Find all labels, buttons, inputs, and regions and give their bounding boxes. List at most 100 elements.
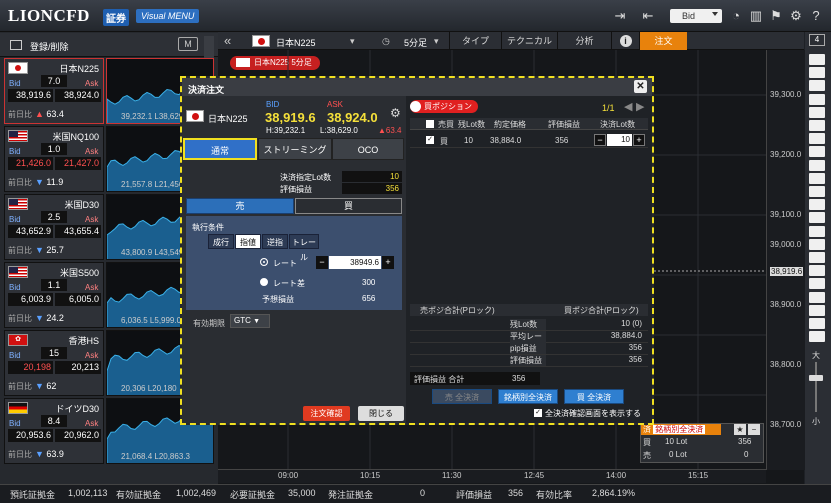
rate-input[interactable]: 38949.6 <box>329 256 381 269</box>
trash-icon[interactable] <box>809 212 825 224</box>
rate-radio[interactable] <box>260 258 268 266</box>
rate-card[interactable]: 米国S500 Bid 1.1 Ask 6,003.9 6,005.0 前日比 ▼… <box>4 262 104 328</box>
bid-price[interactable]: 21,426.0 <box>8 157 53 170</box>
rate-card[interactable]: ドイツD30 Bid 8.4 Ask 20,953.6 20,962.0 前日比… <box>4 398 104 464</box>
magnet-icon[interactable] <box>809 278 825 290</box>
bid-price[interactable]: 38,919.6 <box>8 89 53 102</box>
double-chevron-left-icon[interactable]: « <box>224 33 231 48</box>
ask-price[interactable]: 43,655.4 <box>55 225 101 238</box>
tab-type[interactable]: タイプ <box>449 32 501 50</box>
vline-icon[interactable] <box>809 106 825 118</box>
channel-icon[interactable] <box>809 133 825 145</box>
close-icon[interactable]: ✕ <box>634 80 647 93</box>
star-icon[interactable]: ★ <box>734 424 746 435</box>
logout-icon[interactable]: ⇤ <box>640 8 656 24</box>
zoom-slider-handle[interactable] <box>809 375 823 381</box>
close-lots-increment[interactable]: + <box>633 134 645 146</box>
bar-chart-icon[interactable]: ▥ <box>748 8 764 24</box>
tab-technical[interactable]: テクニカル <box>501 32 557 50</box>
select-all-checkbox[interactable] <box>426 120 434 128</box>
sell-close-all-button[interactable]: 売 全決済 <box>432 389 492 404</box>
register-delete-button[interactable]: 登録/削除 <box>30 40 69 53</box>
pencil-icon[interactable] <box>809 186 825 197</box>
change-number: 63.9 <box>46 449 64 459</box>
ask-price[interactable]: 20,213 <box>55 361 101 374</box>
rate-card[interactable]: 日本N225 Bid 7.0 Ask 38,919.6 38,924.0 前日比… <box>4 58 104 124</box>
rate-decrement-button[interactable]: − <box>316 256 328 269</box>
sell-toggle[interactable]: 売 <box>186 198 294 214</box>
ask-price[interactable]: 21,427.0 <box>55 157 101 170</box>
fib-icon[interactable] <box>809 146 825 158</box>
prev-page-icon[interactable]: ◀ <box>624 100 632 113</box>
tab-order[interactable]: 注文 <box>639 32 687 50</box>
info-icon[interactable]: i <box>611 32 639 50</box>
chevron-down-icon[interactable]: ▾ <box>434 36 439 47</box>
help-icon[interactable]: ? <box>808 8 824 24</box>
show-confirm-checkbox[interactable]: ✓ <box>534 409 542 417</box>
close-dialog-button[interactable]: 閉じる <box>358 406 404 421</box>
ask-price[interactable]: 6,005.0 <box>55 293 101 306</box>
flag-icon[interactable]: ⚑ <box>768 8 784 24</box>
crosshair-icon[interactable] <box>809 67 825 79</box>
chevron-down-icon[interactable]: ▾ <box>350 36 355 47</box>
eye-icon[interactable] <box>809 238 825 250</box>
rate-card[interactable]: 米国D30 Bid 2.5 Ask 43,652.9 43,655.4 前日比 … <box>4 194 104 260</box>
ellipse-icon[interactable] <box>809 172 825 184</box>
confirm-order-button[interactable]: 注文確認 <box>303 406 350 421</box>
row-checkbox[interactable]: ✓ <box>426 136 434 144</box>
tag-icon[interactable] <box>809 304 825 316</box>
buy-close-all-button[interactable]: 買 全決済 <box>564 389 624 404</box>
bid-price[interactable]: 20,953.6 <box>8 429 53 442</box>
login-icon[interactable]: ⇥ <box>612 8 628 24</box>
line-icon[interactable] <box>809 80 825 92</box>
ask-price[interactable]: 38,924.0 <box>327 110 378 125</box>
cursor-icon[interactable] <box>809 54 825 65</box>
ask-price[interactable]: 20,962.0 <box>55 429 101 442</box>
timeframe-select[interactable]: 5分足 <box>404 36 427 49</box>
lock-icon[interactable] <box>809 225 825 237</box>
tab-streaming[interactable]: ストリーミング <box>258 138 332 160</box>
text-icon[interactable] <box>809 199 825 211</box>
rate-increment-button[interactable]: + <box>382 256 394 269</box>
minimize-icon[interactable]: − <box>748 424 760 435</box>
tab-normal[interactable]: 通常 <box>183 138 257 160</box>
symbol-close-all-button[interactable]: 銘柄別全決済 <box>498 389 558 404</box>
ray-icon[interactable] <box>809 120 825 131</box>
layers-icon[interactable] <box>809 252 825 263</box>
chart-symbol-select[interactable]: 日本N225 <box>276 36 316 49</box>
tab-oco[interactable]: OCO <box>332 138 404 160</box>
buy-toggle[interactable]: 買 <box>295 198 402 214</box>
spread: 15 <box>41 347 67 359</box>
rate-card[interactable]: ✿ 香港HS Bid 15 Ask 20,198 20,213 前日比 ▼ 62 <box>4 330 104 396</box>
close-lots-decrement[interactable]: − <box>594 134 606 146</box>
chart-count[interactable]: 4 <box>809 34 825 46</box>
gear-icon[interactable]: ⚙ <box>390 106 401 120</box>
exec-stop-button[interactable]: 逆指 <box>262 234 288 249</box>
close-lots-input[interactable]: 10 <box>607 134 632 146</box>
bid-price[interactable]: 20,198 <box>8 361 53 374</box>
bid-price[interactable]: 43,652.9 <box>8 225 53 238</box>
exec-trail-button[interactable]: トレール <box>289 234 319 262</box>
ask-price[interactable]: 38,924.0 <box>55 89 101 102</box>
tab-analysis[interactable]: 分析 <box>557 32 611 50</box>
rate-diff-radio[interactable] <box>260 278 268 286</box>
color-icon[interactable] <box>809 265 825 277</box>
gear-icon[interactable]: ⚙ <box>788 8 804 24</box>
exec-limit-button[interactable]: 指値 <box>235 234 261 249</box>
hline-icon[interactable] <box>809 93 825 105</box>
next-page-icon[interactable]: ▶ <box>636 100 644 113</box>
rect-icon[interactable] <box>809 159 825 171</box>
bid-price[interactable]: 6,003.9 <box>8 293 53 306</box>
symbol-all-close-button[interactable]: 銘柄別全決済 <box>653 425 706 434</box>
exec-market-button[interactable]: 成行 <box>208 234 234 249</box>
mode-toggle-icon[interactable]: M <box>178 37 198 51</box>
pie-chart-icon[interactable]: ◔ <box>728 8 744 24</box>
grid-icon[interactable] <box>809 331 825 343</box>
rate-card[interactable]: 米国NQ100 Bid 1.0 Ask 21,426.0 21,427.0 前日… <box>4 126 104 192</box>
zoom-slider-track[interactable] <box>815 362 817 412</box>
bid-price[interactable]: 38,919.6 <box>265 110 316 125</box>
visual-menu-button[interactable]: Visual MENU <box>136 9 200 23</box>
expiry-select[interactable]: GTC ▼ <box>230 314 270 328</box>
ruler-icon[interactable] <box>809 291 825 303</box>
note-icon[interactable] <box>809 318 825 329</box>
